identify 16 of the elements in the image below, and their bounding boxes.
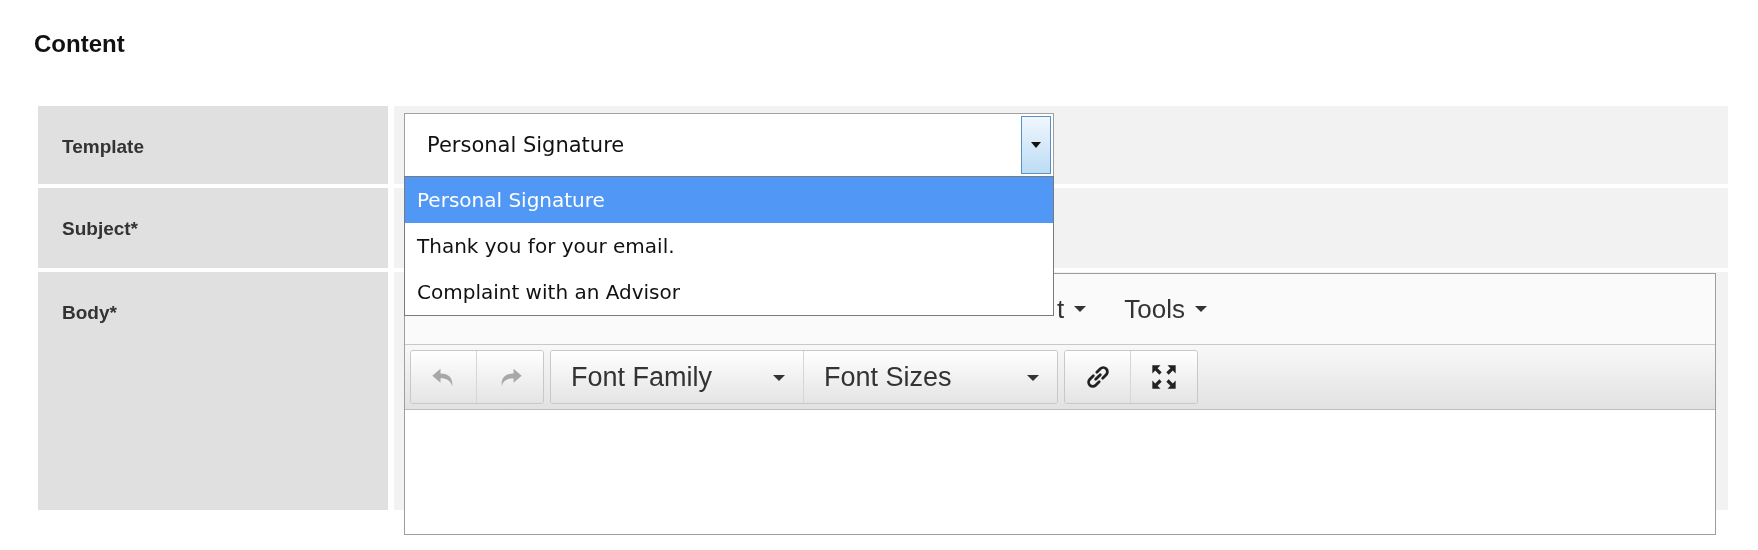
select-field[interactable]: Personal Signature bbox=[404, 113, 1054, 177]
dropdown-button[interactable]: Font Family bbox=[551, 351, 804, 403]
caret-icon bbox=[1027, 375, 1039, 381]
section-heading: Content bbox=[34, 30, 125, 58]
dropdown-option[interactable]: Thank you for your email. bbox=[405, 223, 1053, 269]
menu-item[interactable]: t bbox=[1057, 293, 1087, 325]
fullscreen-icon bbox=[1150, 363, 1178, 391]
field-label: Subject* bbox=[62, 218, 139, 239]
dropdown-button[interactable]: Font Sizes bbox=[804, 351, 1057, 403]
field-label: Template bbox=[62, 136, 144, 157]
menu-item[interactable]: Tools bbox=[1124, 293, 1207, 325]
field-label: Body* bbox=[62, 302, 117, 323]
caret-icon bbox=[773, 375, 785, 381]
dropdown-option[interactable]: Complaint with an Advisor bbox=[405, 269, 1053, 315]
link-button[interactable] bbox=[1065, 351, 1131, 403]
fullscreen-button[interactable] bbox=[1131, 351, 1197, 403]
